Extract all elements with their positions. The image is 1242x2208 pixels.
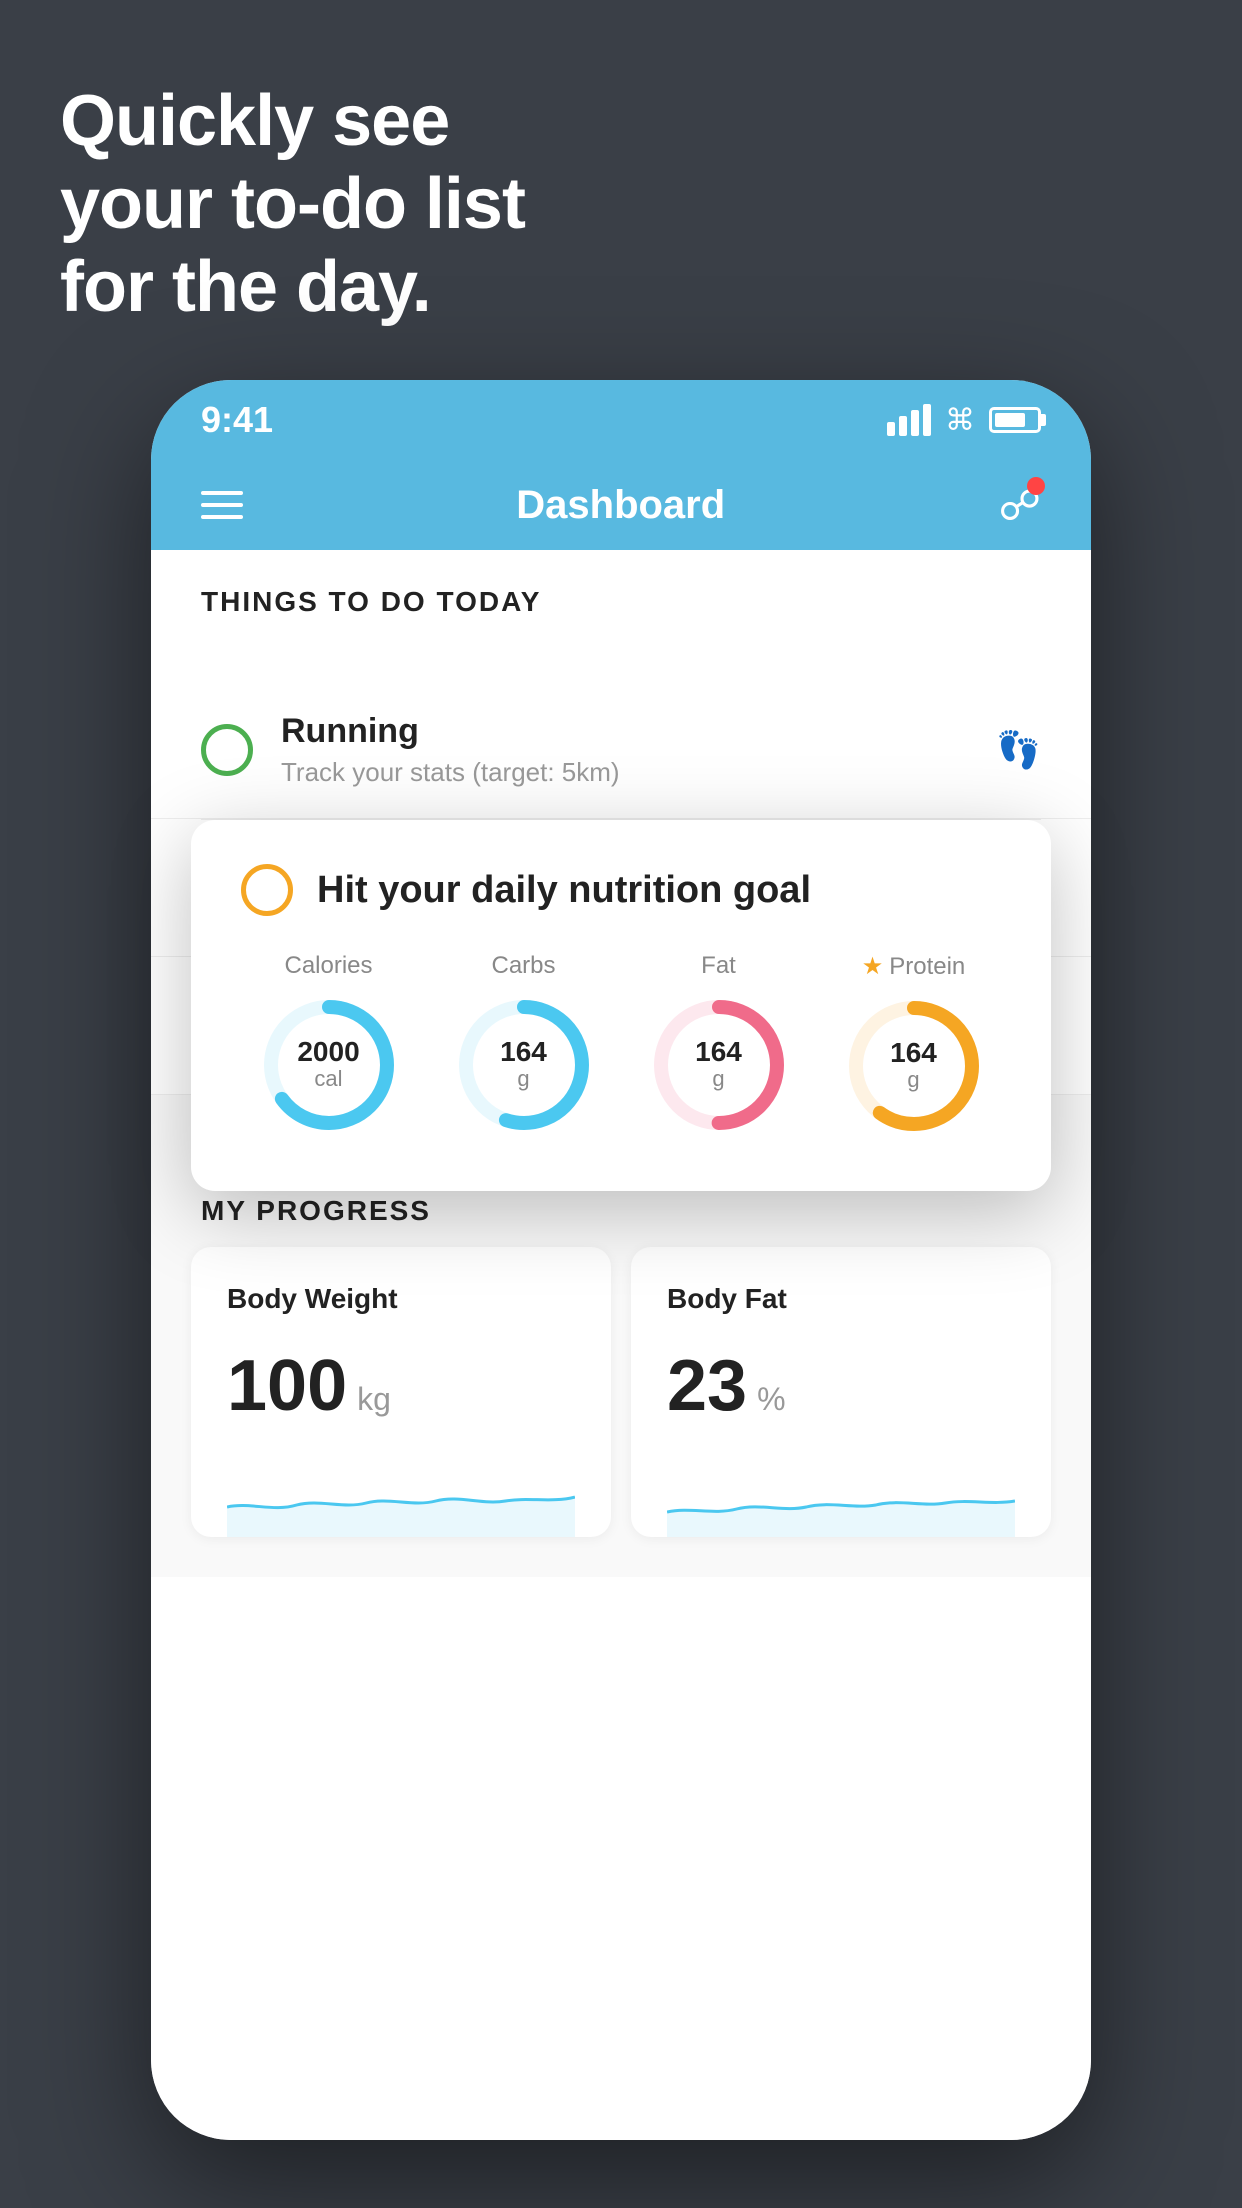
bodyfat-unit: % [757, 1381, 785, 1418]
calories-label: Calories [284, 952, 372, 980]
todo-title-running: Running [281, 712, 968, 751]
nutrition-radio[interactable] [241, 864, 293, 916]
phone-screen: 9:41 ⌘ Dashboard ☍ [151, 380, 1091, 2140]
notification-badge [1027, 477, 1045, 495]
progress-card-bodyfat[interactable]: Body Fat 23 % [631, 1247, 1051, 1537]
weight-value: 100 [227, 1345, 347, 1427]
nutrition-grid: Calories 2000 cal Carbs [241, 952, 1001, 1141]
carbs-unit: g [500, 1066, 547, 1092]
nutrition-fat: Fat 164 g [631, 952, 806, 1141]
things-header: THINGS TO DO TODAY [151, 550, 1091, 634]
hero-line3: for the day. [60, 246, 525, 329]
weight-value-row: 100 kg [227, 1345, 575, 1427]
nutrition-card: Hit your daily nutrition goal Calories 2… [191, 820, 1051, 1191]
bodyfat-card-title: Body Fat [667, 1283, 1015, 1315]
protein-unit: g [890, 1067, 937, 1093]
todo-text-running: Running Track your stats (target: 5km) [281, 712, 968, 788]
notification-button[interactable]: ☍ [998, 481, 1041, 530]
nav-bar: Dashboard ☍ [151, 460, 1091, 550]
wifi-icon: ⌘ [945, 403, 975, 438]
bodyfat-value-row: 23 % [667, 1345, 1015, 1427]
phone-mockup: 9:41 ⌘ Dashboard ☍ [151, 380, 1091, 2140]
progress-card-weight[interactable]: Body Weight 100 kg [191, 1247, 611, 1537]
fat-donut: 164 g [644, 990, 794, 1140]
signal-icon [887, 404, 931, 436]
progress-grid: Body Weight 100 kg [151, 1247, 1091, 1537]
phone-content: THINGS TO DO TODAY Running Track your st… [151, 550, 1091, 2140]
weight-unit: kg [357, 1381, 391, 1418]
carbs-donut: 164 g [449, 990, 599, 1140]
calories-value: 2000 [297, 1038, 359, 1066]
nutrition-carbs: Carbs 164 g [436, 952, 611, 1141]
nav-title: Dashboard [516, 483, 725, 528]
battery-icon [989, 407, 1041, 433]
star-icon: ★ [862, 952, 884, 981]
nutrition-calories: Calories 2000 cal [241, 952, 416, 1141]
shoe-icon: 👣 [996, 729, 1041, 771]
progress-section: MY PROGRESS Body Weight 100 kg [151, 1155, 1091, 1577]
protein-value: 164 [890, 1039, 937, 1067]
list-item[interactable]: Running Track your stats (target: 5km) 👣 [151, 682, 1091, 819]
hamburger-icon[interactable] [201, 491, 243, 519]
nutrition-protein: ★ Protein 164 g [826, 952, 1001, 1141]
nutrition-card-title: Hit your daily nutrition goal [317, 869, 811, 912]
status-bar: 9:41 ⌘ [151, 380, 1091, 460]
protein-label-text: Protein [889, 953, 965, 981]
hero-line2: your to-do list [60, 163, 525, 246]
carbs-value: 164 [500, 1038, 547, 1066]
hero-text: Quickly see your to-do list for the day. [60, 80, 525, 328]
card-title-row: Hit your daily nutrition goal [241, 864, 1001, 916]
bodyfat-value: 23 [667, 1345, 747, 1427]
fat-label: Fat [701, 952, 736, 980]
weight-sparkline [227, 1457, 575, 1537]
todo-subtitle-running: Track your stats (target: 5km) [281, 757, 968, 788]
fat-unit: g [695, 1066, 742, 1092]
calories-unit: cal [297, 1066, 359, 1092]
bodyfat-sparkline [667, 1457, 1015, 1537]
protein-label: ★ Protein [862, 952, 966, 981]
status-icons: ⌘ [887, 403, 1041, 438]
todo-circle-running [201, 724, 253, 776]
hero-line1: Quickly see [60, 80, 525, 163]
carbs-label: Carbs [491, 952, 555, 980]
status-time: 9:41 [201, 399, 273, 441]
fat-value: 164 [695, 1038, 742, 1066]
calories-donut: 2000 cal [254, 990, 404, 1140]
protein-donut: 164 g [839, 991, 989, 1141]
weight-card-title: Body Weight [227, 1283, 575, 1315]
